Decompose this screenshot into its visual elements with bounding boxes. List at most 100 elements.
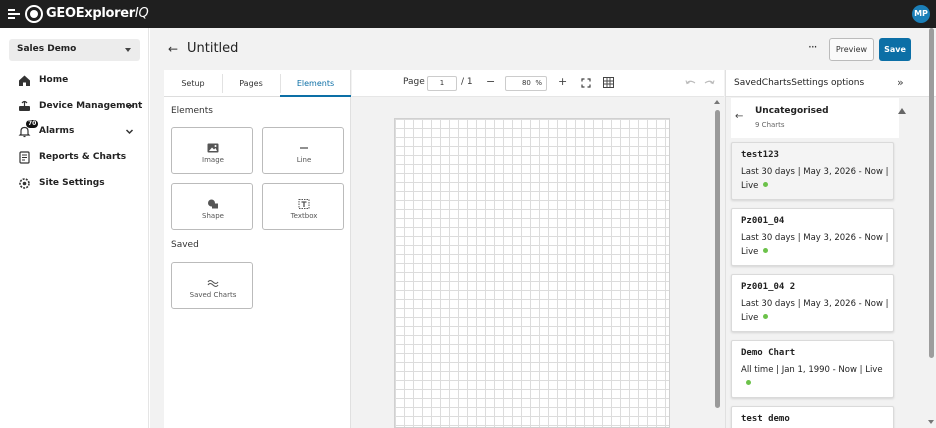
category-count: 9 Charts <box>755 121 785 129</box>
tab-setup[interactable]: Setup <box>164 70 222 97</box>
page-title[interactable]: Untitled <box>187 41 238 56</box>
sidebar-item-label: Reports & Charts <box>39 152 127 162</box>
saved-charts-panel: SavedChartsSettings options » ← Uncatego… <box>725 70 936 428</box>
grid-toggle-icon[interactable] <box>603 77 614 88</box>
brand-logo[interactable]: GEOExplorerIQ <box>46 6 149 21</box>
element-label: Saved Charts <box>189 291 237 299</box>
sidebar-item-alarms[interactable]: 70 Alarms <box>0 120 149 143</box>
element-label: Line <box>296 156 312 164</box>
save-button[interactable]: Save <box>879 38 911 61</box>
canvas-scrollbar[interactable] <box>715 110 720 408</box>
site-select[interactable]: Sales Demo <box>9 39 140 61</box>
element-textbox[interactable]: Textbox <box>262 183 344 230</box>
scroll-up-icon[interactable] <box>898 108 906 114</box>
sidebar-item-site-settings[interactable]: Site Settings <box>0 173 149 195</box>
saved-chart-card[interactable]: test123 Last 30 days | May 3, 2026 - Now… <box>731 142 894 200</box>
logo-icon <box>25 5 43 23</box>
live-status-dot <box>763 314 769 319</box>
category-header[interactable]: ← Uncategorised 9 Charts <box>731 98 899 138</box>
sidebar-item-reports-charts[interactable]: Reports & Charts <box>0 147 149 169</box>
sidebar-item-label: Home <box>39 75 69 85</box>
chart-description: Last 30 days | May 3, 2026 - Now | Live <box>741 165 889 193</box>
element-saved-charts[interactable]: Saved Charts <box>171 262 253 309</box>
brand-name: GEOExplorer <box>46 6 135 21</box>
chart-name: test123 <box>741 150 779 160</box>
canvas-area: Page 1 / 1 − 80 % + <box>352 70 724 428</box>
saved-chart-card[interactable]: Demo Chart All time | Jan 1, 1990 - Now … <box>731 340 894 398</box>
page-number-input[interactable]: 1 <box>427 76 457 91</box>
top-bar: GEOExplorerIQ MP <box>0 0 936 28</box>
panel-title: SavedChartsSettings options <box>734 78 865 88</box>
report-canvas-page[interactable] <box>394 118 670 428</box>
chart-name: test demo <box>741 414 790 424</box>
textbox-icon <box>298 199 310 209</box>
zoom-out-icon[interactable]: − <box>486 75 495 88</box>
more-options-button[interactable]: ··· <box>808 40 818 54</box>
brand-suffix: IQ <box>134 6 149 21</box>
chevron-down-icon[interactable] <box>125 127 134 136</box>
live-status-dot <box>763 182 769 187</box>
element-label: Shape <box>202 212 224 220</box>
chart-desc-text: Last 30 days | May 3, 2026 - Now | Live <box>741 167 889 191</box>
zoom-unit: % <box>535 79 542 87</box>
saved-charts-header: SavedChartsSettings options » <box>726 70 936 97</box>
sidebar-item-device-management[interactable]: Device Management <box>0 96 149 118</box>
zoom-in-icon[interactable]: + <box>558 75 567 88</box>
chart-desc-text: All time | Jan 1, 1990 - Now | Live <box>741 365 883 375</box>
sidebar-item-label: Site Settings <box>39 178 105 188</box>
elements-heading: Elements <box>171 106 213 116</box>
sidebar-item-label: Alarms <box>39 126 75 136</box>
device-icon <box>19 100 30 111</box>
page-label: Page <box>403 77 425 87</box>
scroll-up-icon[interactable] <box>714 100 720 104</box>
element-label: Image <box>202 156 224 164</box>
fit-screen-icon[interactable] <box>581 78 591 88</box>
zoom-value: 80 <box>521 79 531 87</box>
saved-chart-card[interactable]: Pz001_04 Last 30 days | May 3, 2026 - No… <box>731 208 894 266</box>
page-total: / 1 <box>461 77 473 87</box>
preview-button[interactable]: Preview <box>829 38 874 61</box>
chevron-down-icon[interactable] <box>125 102 134 111</box>
chart-desc-text: Last 30 days | May 3, 2026 - Now | Live <box>741 299 889 323</box>
chart-description: Last 30 days | May 3, 2026 - Now | Live <box>741 231 889 259</box>
tab-pages[interactable]: Pages <box>222 70 280 97</box>
element-line[interactable]: Line <box>262 127 344 174</box>
chart-name: Demo Chart <box>741 348 796 358</box>
menu-icon[interactable] <box>8 8 20 20</box>
panel-tabs: Setup Pages Elements <box>164 70 351 97</box>
page-scrollbar[interactable] <box>929 28 934 358</box>
live-status-dot <box>763 248 769 253</box>
line-icon <box>300 147 308 149</box>
saved-heading: Saved <box>171 240 199 250</box>
live-status-dot <box>746 380 751 385</box>
elements-panel: Setup Pages Elements Elements Image Line… <box>164 70 351 428</box>
chart-name: Pz001_04 <box>741 216 785 226</box>
chart-desc-text: Last 30 days | May 3, 2026 - Now | Live <box>741 233 889 257</box>
chart-wave-icon <box>207 279 219 288</box>
sidebar-item-home[interactable]: Home <box>0 70 149 92</box>
undo-icon[interactable] <box>685 78 696 88</box>
user-avatar[interactable]: MP <box>912 5 930 23</box>
saved-chart-card[interactable]: test demo <box>731 406 894 428</box>
chart-description: Last 30 days | May 3, 2026 - Now | Live <box>741 297 889 325</box>
tab-elements[interactable]: Elements <box>280 70 351 97</box>
element-shape[interactable]: Shape <box>171 183 253 230</box>
scroll-down-icon[interactable] <box>928 420 934 424</box>
gear-icon <box>19 178 30 189</box>
redo-icon[interactable] <box>704 78 715 88</box>
collapse-panel-icon[interactable]: » <box>897 76 904 89</box>
canvas-toolbar: Page 1 / 1 − 80 % + <box>352 70 724 97</box>
zoom-input[interactable]: 80 % <box>505 76 547 91</box>
sidebar: Sales Demo Home Device Management 70 Ala… <box>0 28 149 428</box>
alarm-count-badge: 70 <box>26 120 39 128</box>
saved-chart-card[interactable]: Pz001_04 2 Last 30 days | May 3, 2026 - … <box>731 274 894 332</box>
back-arrow-icon[interactable]: ← <box>168 42 178 56</box>
image-icon <box>207 143 219 153</box>
back-arrow-icon[interactable]: ← <box>735 111 743 122</box>
site-select-value: Sales Demo <box>17 44 77 54</box>
report-icon <box>19 151 30 164</box>
element-image[interactable]: Image <box>171 127 253 174</box>
shape-icon <box>208 199 218 209</box>
chart-name: Pz001_04 2 <box>741 282 796 292</box>
element-label: Textbox <box>290 212 318 220</box>
